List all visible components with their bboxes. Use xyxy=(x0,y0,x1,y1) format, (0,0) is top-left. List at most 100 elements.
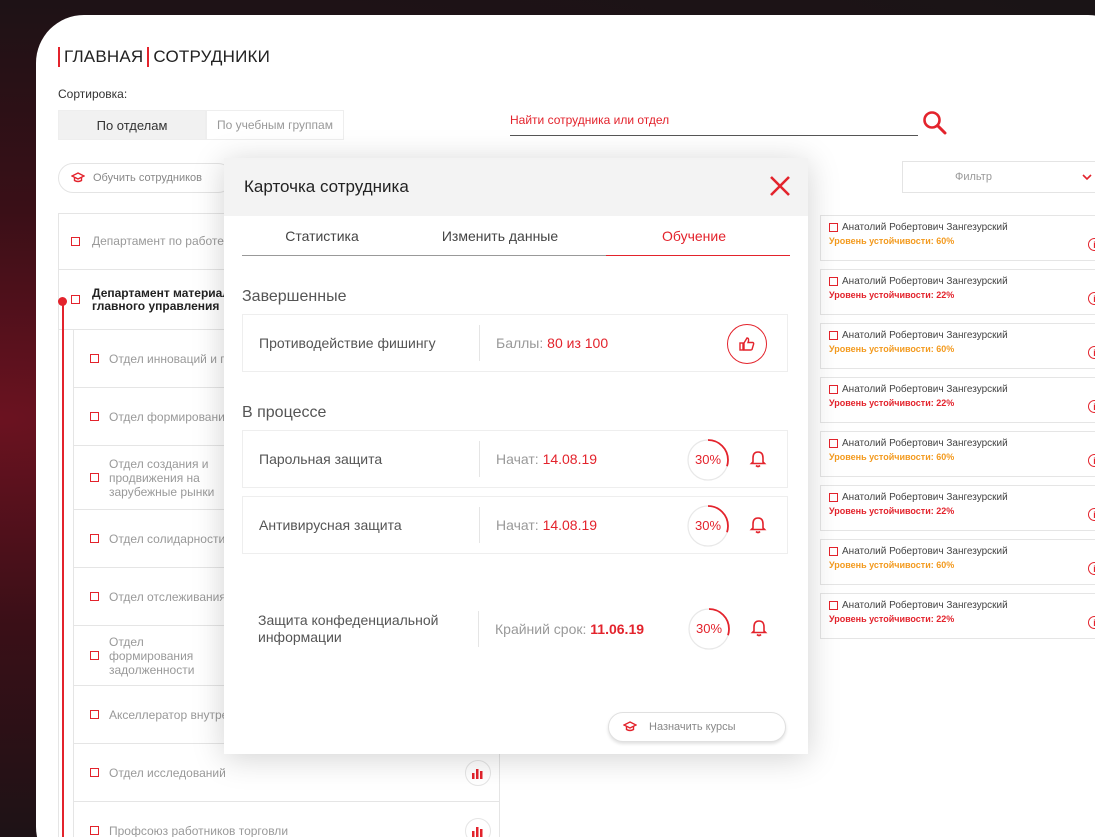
checkbox[interactable] xyxy=(829,493,838,502)
employee-list: Анатолий Робертович Зангезурский Уровень … xyxy=(820,215,1095,647)
checkbox[interactable] xyxy=(829,331,838,340)
modal-header: Карточка сотрудника xyxy=(224,158,808,216)
checkbox[interactable] xyxy=(90,412,99,421)
close-icon[interactable] xyxy=(768,174,792,198)
tab-edit-data[interactable]: Изменить данные xyxy=(402,228,598,244)
course-name: Защита конфеденциальной информации xyxy=(258,612,439,645)
start-date-value: 14.08.19 xyxy=(542,451,598,467)
checkbox[interactable] xyxy=(829,547,838,556)
graduation-cap-icon xyxy=(71,172,85,183)
breadcrumb-home[interactable]: ГЛАВНАЯ xyxy=(64,47,143,67)
employee-card[interactable]: Анатолий Робертович Зангезурский Уровень … xyxy=(820,377,1095,423)
completed-section-title: Завершенные xyxy=(242,288,347,305)
checkbox[interactable] xyxy=(90,354,99,363)
tab-training[interactable]: Обучение xyxy=(598,228,790,244)
employee-card[interactable]: Анатолий Робертович Зангезурский Уровень … xyxy=(820,323,1095,369)
employee-card[interactable]: Анатолий Робертович Зангезурский Уровень … xyxy=(820,485,1095,531)
checkbox[interactable] xyxy=(90,592,99,601)
statistics-button[interactable] xyxy=(465,759,491,786)
checkbox[interactable] xyxy=(829,601,838,610)
sub-department-item[interactable]: Профсоюз работников торговли xyxy=(74,802,499,837)
filter-select[interactable]: Фильтр xyxy=(902,161,1095,193)
train-employees-label: Обучить сотрудников xyxy=(93,172,203,184)
employee-name-row: Анатолий Робертович Зангезурский xyxy=(829,438,1095,449)
course-date: Крайний срок: 11.06.19 xyxy=(495,621,645,637)
resilience-level: Уровень устойчивости: 60% xyxy=(829,452,955,462)
checkbox[interactable] xyxy=(829,439,838,448)
checkbox[interactable] xyxy=(90,473,99,482)
active-tab-underline xyxy=(606,255,790,256)
checkbox[interactable] xyxy=(71,295,80,304)
thumbs-up-icon xyxy=(739,337,755,351)
completed-course-row: Противодействие фишингу Баллы: 80 из 100 xyxy=(242,314,788,372)
course-score: Баллы: 80 из 100 xyxy=(496,335,609,351)
assign-courses-label: Назначить курсы xyxy=(649,721,736,733)
checkbox[interactable] xyxy=(90,534,99,543)
tab-statistics[interactable]: Статистика xyxy=(242,228,402,244)
employee-name: Анатолий Робертович Зангезурский xyxy=(842,384,1008,395)
bar-chart-icon xyxy=(472,768,483,779)
checkbox[interactable] xyxy=(90,768,99,777)
graduation-cap-icon xyxy=(623,721,637,732)
sub-department-label: Отдел отслеживания xyxy=(109,589,226,604)
bell-icon[interactable] xyxy=(749,516,767,534)
course-name: Парольная защита xyxy=(259,450,383,467)
course-date: Начат: 14.08.19 xyxy=(496,451,598,467)
employee-card[interactable]: Анатолий Робертович Зангезурский Уровень … xyxy=(820,539,1095,585)
in-progress-course-row: Антивирусная защита Начат: 14.08.19 30% xyxy=(242,496,788,554)
info-icon[interactable]: i xyxy=(1088,400,1095,413)
breadcrumb: ГЛАВНАЯ СОТРУДНИКИ xyxy=(58,47,270,67)
course-name: Противодействие фишингу xyxy=(259,334,436,351)
bell-icon[interactable] xyxy=(750,619,768,637)
employee-name: Анатолий Робертович Зангезурский xyxy=(842,276,1008,287)
bell-icon[interactable] xyxy=(749,450,767,468)
employee-name-row: Анатолий Робертович Зангезурский xyxy=(829,384,1095,395)
search-input[interactable]: Найти сотрудника или отдел xyxy=(510,113,918,136)
employee-name-row: Анатолий Робертович Зангезурский xyxy=(829,276,1095,287)
like-button[interactable] xyxy=(727,324,767,364)
sub-department-label: Отдел создания и продвижения на зарубежн… xyxy=(109,456,215,499)
sort-by-department-tab[interactable]: По отделам xyxy=(58,110,206,140)
employee-card[interactable]: Анатолий Робертович Зангезурский Уровень … xyxy=(820,269,1095,315)
sub-department-label: Отдел солидарности xyxy=(109,531,226,546)
course-name: Антивирусная защита xyxy=(259,516,402,533)
employee-name-row: Анатолий Робертович Зангезурский xyxy=(829,222,1095,233)
employee-card[interactable]: Анатолий Робертович Зангезурский Уровень … xyxy=(820,215,1095,261)
checkbox[interactable] xyxy=(71,237,80,246)
train-employees-button[interactable]: Обучить сотрудников xyxy=(58,163,233,193)
resilience-level: Уровень устойчивости: 60% xyxy=(829,236,955,246)
sort-by-group-tab[interactable]: По учебным группам xyxy=(206,110,344,140)
sort-tabs: По отделам По учебным группам xyxy=(58,110,344,140)
in-progress-section-title: В процессе xyxy=(242,404,327,421)
checkbox[interactable] xyxy=(829,385,838,394)
employee-card[interactable]: Анатолий Робертович Зангезурский Уровень … xyxy=(820,593,1095,639)
checkbox[interactable] xyxy=(90,826,99,835)
breadcrumb-current: СОТРУДНИКИ xyxy=(153,47,271,66)
info-icon[interactable]: i xyxy=(1088,562,1095,575)
employee-card[interactable]: Анатолий Робертович Зангезурский Уровень … xyxy=(820,431,1095,477)
checkbox[interactable] xyxy=(90,710,99,719)
info-icon[interactable]: i xyxy=(1088,238,1095,251)
statistics-button[interactable] xyxy=(465,817,491,837)
checkbox[interactable] xyxy=(829,277,838,286)
start-date-value: 14.08.19 xyxy=(542,517,598,533)
checkbox[interactable] xyxy=(829,223,838,232)
resilience-level: Уровень устойчивости: 22% xyxy=(829,290,955,300)
info-icon[interactable]: i xyxy=(1088,616,1095,629)
info-icon[interactable]: i xyxy=(1088,508,1095,521)
score-value: 80 из 100 xyxy=(547,335,609,351)
sort-label: Сортировка: xyxy=(58,87,128,101)
resilience-level: Уровень устойчивости: 22% xyxy=(829,506,955,516)
checkbox[interactable] xyxy=(90,651,99,660)
info-icon[interactable]: i xyxy=(1088,454,1095,467)
modal-title: Карточка сотрудника xyxy=(244,177,409,196)
search-icon[interactable] xyxy=(922,110,948,136)
progress-ring: 30% xyxy=(686,606,732,652)
assign-courses-button[interactable]: Назначить курсы xyxy=(608,712,786,742)
info-icon[interactable]: i xyxy=(1088,346,1095,359)
info-icon[interactable]: i xyxy=(1088,292,1095,305)
employee-name: Анатолий Робертович Зангезурский xyxy=(842,492,1008,503)
employee-card-modal: Карточка сотрудника Статистика Изменить … xyxy=(224,158,808,754)
in-progress-list: Парольная защита Начат: 14.08.19 30% Антиви… xyxy=(224,430,808,664)
tree-connector xyxy=(62,299,64,837)
